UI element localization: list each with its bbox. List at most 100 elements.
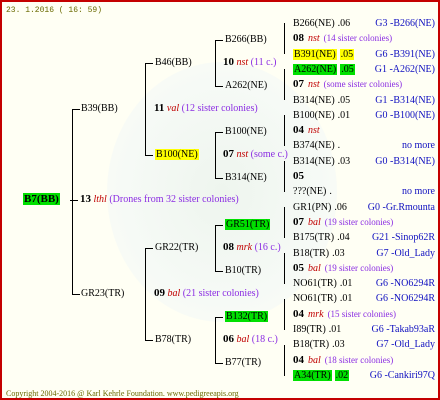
drone-mark: nst (308, 125, 320, 136)
drone-count: 04 (293, 308, 304, 320)
queen-b100-sire[interactable]: B100(NE) (225, 126, 267, 137)
ancestor-row[interactable]: ???(NE). no more (293, 186, 435, 197)
drone-row: 04 bal (18 sister colonies) (293, 354, 394, 367)
ancestor-name: NO61(TR) (293, 293, 337, 304)
queen-gr22[interactable]: GR22(TR) (155, 242, 198, 253)
ancestor-year: .01 (339, 293, 353, 304)
ancestor-code: G6 -Takab93aR (371, 324, 435, 335)
ancestor-year: .06 (337, 18, 351, 29)
drone-mark: nst (308, 33, 320, 44)
queen-b77[interactable]: B77(TR) (225, 357, 261, 368)
queen-b132[interactable]: B132(TR) (225, 311, 269, 322)
ancestor-year: . (337, 140, 341, 151)
root-node[interactable]: B7(BB) (23, 193, 60, 205)
ancestor-year: .03 (337, 156, 351, 167)
ancestor-code: G6 -NO6294R (375, 278, 435, 289)
ancestor-name: B18(TR) (293, 248, 330, 259)
ancestor-row[interactable]: B18(TR) .03 G7 -Old_Lady (293, 339, 435, 350)
ancestor-row[interactable]: B391(NE) .05 G6 -B391(NE) (293, 49, 435, 60)
b39-drone-info: 11 val (12 sister colonies) (154, 102, 258, 115)
drone-row: 05 (293, 171, 312, 182)
ancestor-row[interactable]: B266(NE) .06 G3 -B266(NE) (293, 18, 435, 29)
ancestor-code: G6 -NO6294R (375, 293, 435, 304)
ancestor-year: .03 (332, 248, 345, 259)
drone-count: 07 (293, 78, 304, 90)
drone-count: 07 (293, 216, 304, 228)
queen-b314[interactable]: B314(NE) (225, 172, 267, 183)
drone-count: 05 (293, 170, 304, 182)
ancestor-code: G0 -B314(NE) (375, 156, 435, 167)
ancestor-year: .01 (337, 110, 351, 121)
ancestor-code: G6 -Cankiri97Q (369, 370, 435, 381)
drone-desc: (15 sister colonies) (327, 309, 397, 319)
ancestor-code: G6 -B391(NE) (375, 49, 435, 60)
ancestor-name: B18(TR) (293, 339, 330, 350)
ancestor-name: B266(NE) (293, 18, 335, 29)
date-stamp: 23. 1.2016 ( 16: 59) (6, 6, 103, 15)
queen-b266[interactable]: B266(BB) (225, 34, 267, 45)
drone-count: 04 (293, 124, 304, 136)
b78-drone-info: 06 bal (18 c.) (223, 333, 278, 346)
ancestor-row[interactable]: A34(TR) .02 G6 -Cankiri97Q (293, 370, 435, 381)
ancestor-year: .04 (337, 232, 350, 243)
ancestor-code: G7 -Old_Lady (376, 339, 435, 350)
ancestor-name: B374(NE) (293, 140, 335, 151)
b46-drone-info: 10 nst (11 c.) (223, 56, 277, 69)
queen-b46[interactable]: B46(BB) (155, 57, 192, 68)
ancestor-name: A34(TR) (293, 370, 332, 381)
drone-desc: (some sister colonies) (323, 79, 403, 89)
ancestor-year: .03 (332, 339, 345, 350)
gr23-drone-info: 09 bal (21 sister colonies) (154, 287, 259, 300)
ancestor-code: G1 -B314(NE) (375, 95, 435, 106)
drone-row: 07 nst (some sister colonies) (293, 78, 403, 91)
ancestor-name: B314(NE) (293, 95, 335, 106)
ancestor-row[interactable]: B18(TR) .03 G7 -Old_Lady (293, 248, 435, 259)
ancestor-code: G21 -Sinop62R (371, 232, 435, 243)
ancestor-row[interactable]: B100(NE) .01 G0 -B100(NE) (293, 110, 435, 121)
ancestor-code: G7 -Old_Lady (376, 248, 435, 259)
copyright-footer: Copyright 2004-2016 @ Karl Kehrle Founda… (6, 389, 239, 398)
ancestor-code: G3 -B266(NE) (375, 18, 435, 29)
ancestor-year: .05 (337, 95, 351, 106)
gr22-drone-info: 08 mrk (16 c.) (223, 241, 281, 254)
drone-count: 04 (293, 354, 304, 366)
queen-gr23[interactable]: GR23(TR) (81, 288, 124, 299)
ancestor-name: B391(NE) (293, 49, 337, 60)
drone-desc: (18 sister colonies) (324, 355, 394, 365)
ancestor-name: B175(TR) (293, 232, 335, 243)
ancestor-row[interactable]: I89(TR) .01 G6 -Takab93aR (293, 324, 435, 335)
ancestor-row[interactable]: B175(TR) .04 G21 -Sinop62R (293, 232, 435, 243)
queen-a262[interactable]: A262(NE) (225, 80, 267, 91)
drone-row: 04 mrk (15 sister colonies) (293, 308, 397, 321)
ancestor-row[interactable]: GR1(PN) .06 G0 -Gr.Rmounta (293, 202, 435, 213)
queen-b100[interactable]: B100(NE) (155, 149, 199, 160)
queen-b10[interactable]: B10(TR) (225, 265, 261, 276)
drone-row: 04 nst (293, 124, 324, 137)
ancestor-name: B314(NE) (293, 156, 335, 167)
drone-desc: (19 sister colonies) (324, 263, 394, 273)
b100-drone-info: 07 nst (some c.) (223, 148, 288, 161)
ancestor-code: G0 -Gr.Rmounta (367, 202, 435, 213)
drone-row: 08 nst (14 sister colonies) (293, 32, 392, 45)
ancestor-row[interactable]: B314(NE) .05 G1 -B314(NE) (293, 95, 435, 106)
ancestor-year: .05 (339, 49, 355, 60)
ancestor-row[interactable]: B314(NE) .03 G0 -B314(NE) (293, 156, 435, 167)
ancestor-name: I89(TR) (293, 324, 326, 335)
queen-gr51[interactable]: GR51(TR) (225, 219, 271, 230)
ancestor-name: B100(NE) (293, 110, 335, 121)
queen-b78[interactable]: B78(TR) (155, 334, 191, 345)
ancestor-row[interactable]: A262(NE) .05 G1 -A262(NE) (293, 64, 435, 75)
drone-mark: bal (308, 263, 321, 274)
ancestor-code: G1 -A262(NE) (374, 64, 435, 75)
drone-row: 05 bal (19 sister colonies) (293, 263, 394, 275)
queen-b39[interactable]: B39(BB) (81, 103, 118, 114)
ancestor-row[interactable]: B374(NE). no more (293, 140, 435, 151)
ancestor-name: ???(NE) (293, 186, 327, 197)
drone-mark: bal (308, 217, 321, 228)
root-name: B7(BB) (23, 193, 60, 205)
ancestor-row[interactable]: NO61(TR) .01 G6 -NO6294R (293, 278, 435, 289)
drone-count: 08 (293, 32, 304, 44)
ancestor-year: .02 (334, 370, 350, 381)
ancestor-row[interactable]: NO61(TR) .01 G6 -NO6294R (293, 293, 435, 304)
ancestor-name: GR1(PN) (293, 202, 332, 213)
